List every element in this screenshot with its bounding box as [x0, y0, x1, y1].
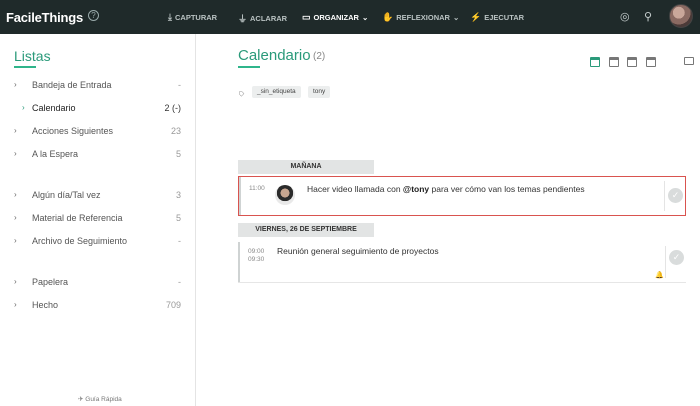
help-icon[interactable]: ? [88, 10, 99, 21]
chevron-right-icon: › [14, 126, 17, 135]
nav-reflexionar[interactable]: ✋ REFLEXIONAR ⌄ [382, 12, 459, 23]
day-header: VIERNES, 26 DE SEPTIEMBRE [238, 223, 374, 237]
chevron-down-icon: ⌄ [452, 13, 460, 22]
divider [238, 282, 686, 283]
nav-ejecutar[interactable]: ⚡ EJECUTAR [470, 12, 524, 23]
calendar-week-icon[interactable] [609, 57, 619, 67]
sidebar-item-acciones[interactable]: › Acciones Siguientes 23 [0, 124, 196, 140]
chevron-right-icon: › [14, 149, 17, 158]
download-icon: ⤓ [168, 12, 172, 22]
chevron-right-icon: › [14, 300, 17, 309]
complete-check-icon[interactable]: ✓ [668, 188, 683, 203]
search-icon[interactable]: ⚲ [644, 10, 652, 23]
tag-icon: ⌂ [235, 87, 247, 99]
plane-icon: ✈ [78, 396, 84, 403]
calendar-month-icon[interactable] [627, 57, 637, 67]
task-text[interactable]: Hacer video llamada con @tony para ver c… [307, 184, 585, 194]
sidebar-item-bandeja[interactable]: › Bandeja de Entrada - [0, 78, 196, 94]
calendar-day-icon[interactable] [590, 57, 600, 67]
sidebar-item-espera[interactable]: › A la Espera 5 [0, 147, 196, 163]
title-underline [238, 66, 260, 68]
title-underline [14, 66, 36, 68]
task-time-end: 09:30 [248, 256, 265, 263]
page-count: (2) [313, 51, 326, 62]
divider [664, 181, 665, 211]
bell-icon[interactable]: 🔔 [655, 271, 664, 279]
hand-icon: ✋ [382, 12, 394, 22]
page-title: Calendario [238, 47, 311, 64]
chevron-right-icon: › [14, 190, 17, 199]
chevron-right-icon: › [14, 277, 17, 286]
app-logo[interactable]: FacileThings [6, 10, 83, 25]
nav-aclarar[interactable]: ⏚ ACLARAR [238, 12, 287, 25]
sidebar-item-papelera[interactable]: › Papelera - [0, 275, 196, 291]
lightning-icon: ⚡ [470, 12, 482, 22]
complete-check-icon[interactable]: ✓ [669, 250, 684, 265]
chevron-right-icon: › [14, 236, 17, 245]
task-bar [239, 177, 241, 215]
funnel-icon: ⏚ [238, 14, 248, 24]
task-time-start: 09:00 [248, 248, 265, 255]
task-item[interactable]: 09:00 09:30 Reunión general seguimiento … [238, 242, 686, 282]
sidebar-item-referencia[interactable]: › Material de Referencia 5 [0, 211, 196, 227]
avatar[interactable] [669, 4, 693, 28]
sidebar-item-hecho[interactable]: › Hecho 709 [0, 298, 196, 314]
mention[interactable]: @tony [403, 184, 429, 194]
sidebar-item-seguimiento[interactable]: › Archivo de Seguimiento - [0, 234, 196, 250]
chevron-right-icon: › [14, 80, 17, 89]
chevron-down-icon: ⌄ [361, 13, 369, 22]
divider [665, 246, 666, 278]
quick-guide-link[interactable]: ✈ Guía Rápida [78, 395, 122, 403]
nav-capturar[interactable]: ⤓ CAPTURAR [168, 12, 217, 23]
day-header: MAÑANA [238, 160, 374, 174]
task-bar [238, 242, 240, 282]
folder-icon: ▭ [302, 12, 311, 22]
calendar-list-icon[interactable] [646, 57, 656, 67]
chevron-right-icon: › [14, 213, 17, 222]
tag-chip[interactable]: tony [308, 86, 331, 98]
sidebar: Listas › Bandeja de Entrada - › Calendar… [0, 34, 196, 406]
task-text[interactable]: Reunión general seguimiento de proyectos [277, 246, 439, 256]
sidebar-item-algun-dia[interactable]: › Algún día/Tal vez 3 [0, 188, 196, 204]
print-icon[interactable] [684, 57, 694, 65]
task-item[interactable]: 11:00 Hacer video llamada con @tony para… [238, 176, 686, 216]
task-time: 11:00 [249, 185, 265, 192]
target-icon[interactable]: ◎ [620, 10, 630, 23]
sidebar-item-calendario[interactable]: › Calendario 2 (-) [0, 101, 196, 117]
nav-organizar[interactable]: ▭ ORGANIZAR ⌄ [302, 12, 368, 23]
contact-avatar [275, 185, 295, 205]
top-bar: FacileThings ? ⤓ CAPTURAR ⏚ ACLARAR ▭ OR… [0, 0, 700, 34]
chevron-right-icon: › [22, 103, 25, 112]
tag-chip[interactable]: _sin_etiqueta [252, 86, 301, 98]
sidebar-title: Listas [14, 48, 51, 64]
